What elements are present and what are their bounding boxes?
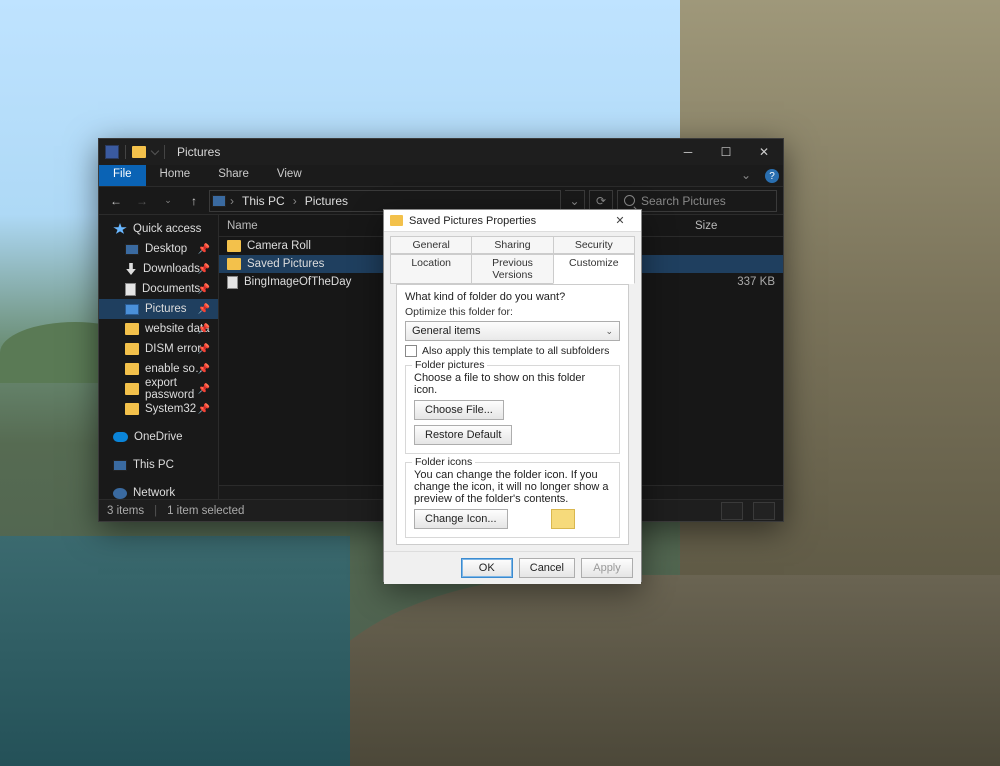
cancel-button[interactable]: Cancel [519, 558, 575, 578]
ribbon-file-tab[interactable]: File [99, 165, 146, 186]
recent-locations-button[interactable]: ⌄ [157, 190, 179, 212]
apply-button[interactable]: Apply [581, 558, 633, 578]
change-icon-button[interactable]: Change Icon... [414, 509, 508, 529]
tab-security[interactable]: Security [553, 236, 635, 254]
dialog-title: Saved Pictures Properties [409, 215, 536, 227]
nav-item-documents[interactable]: Documents 📌 [99, 279, 218, 299]
maximize-button[interactable]: ☐ [707, 139, 745, 165]
folder-icons-group: Folder icons You can change the folder i… [405, 462, 620, 538]
status-selection: 1 item selected [167, 505, 244, 517]
dialog-buttons: OK Cancel Apply [384, 551, 641, 584]
apply-subfolders-checkbox[interactable]: Also apply this template to all subfolde… [405, 345, 620, 357]
nav-item-export-password[interactable]: export password 📌 [99, 379, 218, 399]
status-item-count: 3 items [107, 505, 144, 517]
dialog-titlebar[interactable]: Saved Pictures Properties ✕ [384, 210, 641, 232]
dialog-close-button[interactable]: ✕ [605, 210, 635, 232]
tab-location[interactable]: Location [390, 254, 472, 284]
ok-button[interactable]: OK [461, 558, 513, 578]
tab-sharing[interactable]: Sharing [471, 236, 553, 254]
view-thumbnails-button[interactable] [753, 502, 775, 520]
nav-item-website-data[interactable]: website data 📌 [99, 319, 218, 339]
folder-icon [125, 363, 139, 375]
cloud-icon [113, 432, 128, 442]
navigation-pane[interactable]: Quick access Desktop 📌 Downloads 📌 Docum… [99, 215, 219, 499]
nav-item-dism-error[interactable]: DISM error 📌 [99, 339, 218, 359]
folder-icon [125, 383, 139, 395]
folder-icon [132, 146, 146, 158]
view-details-button[interactable] [721, 502, 743, 520]
search-icon [624, 195, 635, 206]
column-size[interactable]: Size [687, 220, 757, 232]
folder-icon [227, 240, 241, 252]
ribbon-tabs: File Home Share View ⌄ ? [99, 165, 783, 187]
explorer-icon [105, 145, 119, 159]
search-placeholder: Search Pictures [641, 194, 726, 208]
nav-network[interactable]: Network [99, 483, 218, 499]
nav-item-system32[interactable]: System32 📌 [99, 399, 218, 419]
folder-icon [227, 258, 241, 270]
tab-previous[interactable]: Previous Versions [471, 254, 553, 284]
pc-icon [212, 195, 226, 207]
folder-icon-preview [551, 509, 575, 529]
up-button[interactable]: ↑ [183, 190, 205, 212]
network-icon [113, 488, 127, 499]
checkbox-icon [405, 345, 417, 357]
folder-icon [125, 403, 139, 415]
pin-icon: 📌 [198, 264, 210, 275]
desktop-icon [125, 244, 139, 255]
restore-default-button[interactable]: Restore Default [414, 425, 512, 445]
pin-icon: 📌 [198, 304, 210, 315]
minimize-button[interactable]: ─ [669, 139, 707, 165]
nav-quick-access[interactable]: Quick access [99, 219, 218, 239]
file-icon [227, 276, 238, 289]
choose-file-button[interactable]: Choose File... [414, 400, 504, 420]
pin-icon: 📌 [198, 244, 210, 255]
customize-panel: What kind of folder do you want? Optimiz… [396, 284, 629, 545]
expand-ribbon-icon[interactable]: ⌄ [731, 165, 761, 186]
window-title: Pictures [177, 145, 220, 159]
breadcrumb-root[interactable]: This PC [238, 194, 289, 208]
folder-icon [390, 215, 403, 226]
help-button[interactable]: ? [761, 165, 783, 187]
ribbon-tab-view[interactable]: View [263, 165, 316, 186]
nav-onedrive[interactable]: OneDrive [99, 427, 218, 447]
titlebar[interactable]: Pictures ─ ☐ ✕ [99, 139, 783, 165]
close-button[interactable]: ✕ [745, 139, 783, 165]
ribbon-tab-share[interactable]: Share [204, 165, 263, 186]
properties-tabs: General Sharing Security Location Previo… [384, 232, 641, 551]
quick-access-toolbar [99, 145, 171, 159]
tab-general[interactable]: General [390, 236, 472, 254]
nav-this-pc[interactable]: This PC [99, 455, 218, 475]
forward-button[interactable]: → [131, 190, 153, 212]
folder-pictures-group: Folder pictures Choose a file to show on… [405, 365, 620, 454]
nav-item-enable-sound[interactable]: enable sound to registry key 📌 [99, 359, 218, 379]
folder-icon [125, 323, 139, 335]
properties-dialog: Saved Pictures Properties ✕ General Shar… [383, 209, 642, 582]
ribbon-tab-home[interactable]: Home [146, 165, 205, 186]
chevron-down-icon: ⌄ [605, 326, 613, 337]
pin-icon: 📌 [198, 284, 210, 295]
download-icon [125, 263, 137, 275]
pin-icon: 📌 [198, 364, 210, 375]
optimize-dropdown[interactable]: General items ⌄ [405, 321, 620, 341]
tab-customize[interactable]: Customize [553, 254, 635, 284]
pin-icon: 📌 [198, 384, 210, 395]
nav-item-desktop[interactable]: Desktop 📌 [99, 239, 218, 259]
optimize-label: Optimize this folder for: [405, 306, 620, 318]
document-icon [125, 283, 136, 296]
pin-icon: 📌 [198, 404, 210, 415]
folder-kind-question: What kind of folder do you want? [405, 291, 620, 303]
breadcrumb-current[interactable]: Pictures [301, 194, 352, 208]
nav-item-downloads[interactable]: Downloads 📌 [99, 259, 218, 279]
pc-icon [113, 460, 127, 471]
nav-item-pictures[interactable]: Pictures 📌 [99, 299, 218, 319]
qat-dropdown-icon[interactable] [151, 147, 159, 155]
star-icon [113, 223, 127, 235]
pin-icon: 📌 [198, 324, 210, 335]
pictures-icon [125, 304, 139, 315]
back-button[interactable]: ← [105, 190, 127, 212]
pin-icon: 📌 [198, 344, 210, 355]
folder-icon [125, 343, 139, 355]
